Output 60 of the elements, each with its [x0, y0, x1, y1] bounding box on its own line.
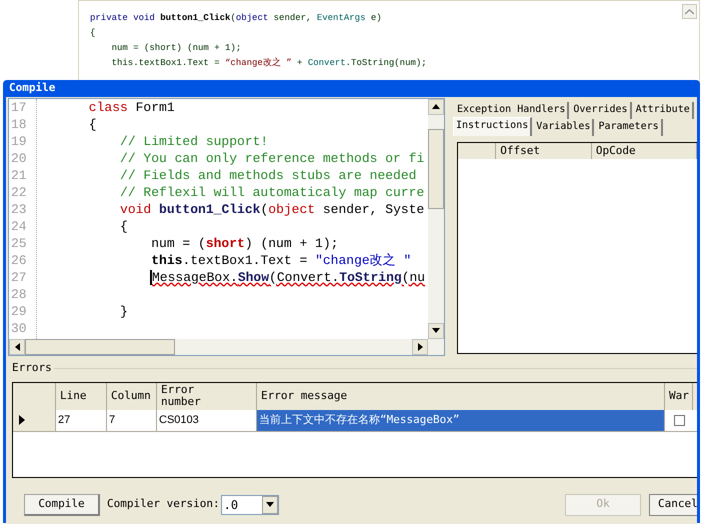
code-line: // Fields and methods stubs are needed: [119, 168, 416, 182]
code-editor[interactable]: [8, 98, 445, 356]
column-header[interactable]: Column: [107, 382, 157, 410]
line-number: 18: [10, 116, 28, 132]
line-number: 24: [10, 218, 28, 234]
line-number: 21: [10, 166, 28, 184]
column-header[interactable]: Line: [56, 382, 107, 410]
tab[interactable]: Exception Handlers: [455, 102, 570, 118]
dropdown-caret-icon[interactable]: [262, 496, 278, 514]
scroll-down-icon[interactable]: [432, 328, 440, 333]
compiler-version-dropdown[interactable]: .0: [220, 494, 279, 514]
tab[interactable]: Parameters: [596, 118, 663, 136]
column-header[interactable]: War: [665, 382, 693, 410]
scroll-left-icon[interactable]: [14, 342, 20, 350]
tab[interactable]: Instructions: [453, 116, 532, 136]
line-number: 29: [10, 302, 28, 320]
dialog-title: Compile: [8, 80, 56, 96]
line-number: 26: [10, 252, 28, 268]
compiler-version-label: Compiler version:: [107, 496, 220, 512]
code-line: num = (short) (num + 1);: [110, 42, 242, 55]
line-number: 22: [10, 184, 28, 200]
group-label: Errors: [12, 360, 53, 376]
code-line: class Form1: [88, 100, 175, 114]
line-number: 27: [10, 268, 28, 286]
code-line: {: [88, 116, 97, 132]
code-line: this.textBox1.Text = “change改之 ” + Convert.ToString(num);: [110, 56, 427, 70]
cancel-button[interactable]: Cancel: [649, 494, 697, 516]
horizontal-scrollbar[interactable]: [9, 338, 444, 354]
line-number: 28: [10, 286, 28, 302]
tab[interactable]: Overrides: [571, 102, 632, 118]
column-header[interactable]: OpCode: [592, 142, 697, 158]
line-number: 30: [10, 320, 28, 336]
line-number: 20: [10, 150, 28, 166]
code-line: this.textBox1.Text = "change改之 ": [150, 252, 412, 268]
code-line: // You can only reference methods or fi: [119, 150, 424, 166]
line-number: 17: [10, 98, 28, 116]
code-line: // Reflexil will automaticaly map curre: [119, 184, 424, 200]
code-line: // Limited support!: [119, 134, 268, 148]
scroll-up-icon[interactable]: [432, 104, 440, 109]
code-line: }: [119, 304, 128, 318]
code-line: {: [119, 218, 128, 234]
tab[interactable]: Variables: [534, 118, 594, 136]
line-number: 19: [10, 132, 28, 150]
code-line: num = (short) (num + 1);: [150, 236, 338, 250]
column-header[interactable]: Error number: [157, 382, 257, 410]
compile-button[interactable]: Compile: [24, 494, 100, 516]
line-number: 23: [10, 200, 28, 218]
scroll-right-icon[interactable]: [418, 342, 422, 350]
table-cell: 27: [56, 410, 107, 430]
code-line: void button1_Click(object sender, Syste: [119, 202, 424, 216]
vertical-scrollbar[interactable]: [428, 98, 444, 338]
table-cell: 当前上下文中不存在名称“MessageBox”: [257, 410, 665, 430]
line-number: 25: [10, 234, 28, 252]
code-line: private void button1_Click(object sender, EventArgs e): [90, 12, 382, 25]
tab[interactable]: Attribute: [634, 102, 694, 118]
code-line: MessageBox.Show(Convert.ToString(nu: [150, 270, 426, 284]
warning-checkbox[interactable]: [674, 414, 684, 426]
table-cell: 7: [107, 410, 157, 430]
column-header[interactable]: Offset: [496, 142, 592, 158]
code-line: {: [90, 27, 96, 40]
